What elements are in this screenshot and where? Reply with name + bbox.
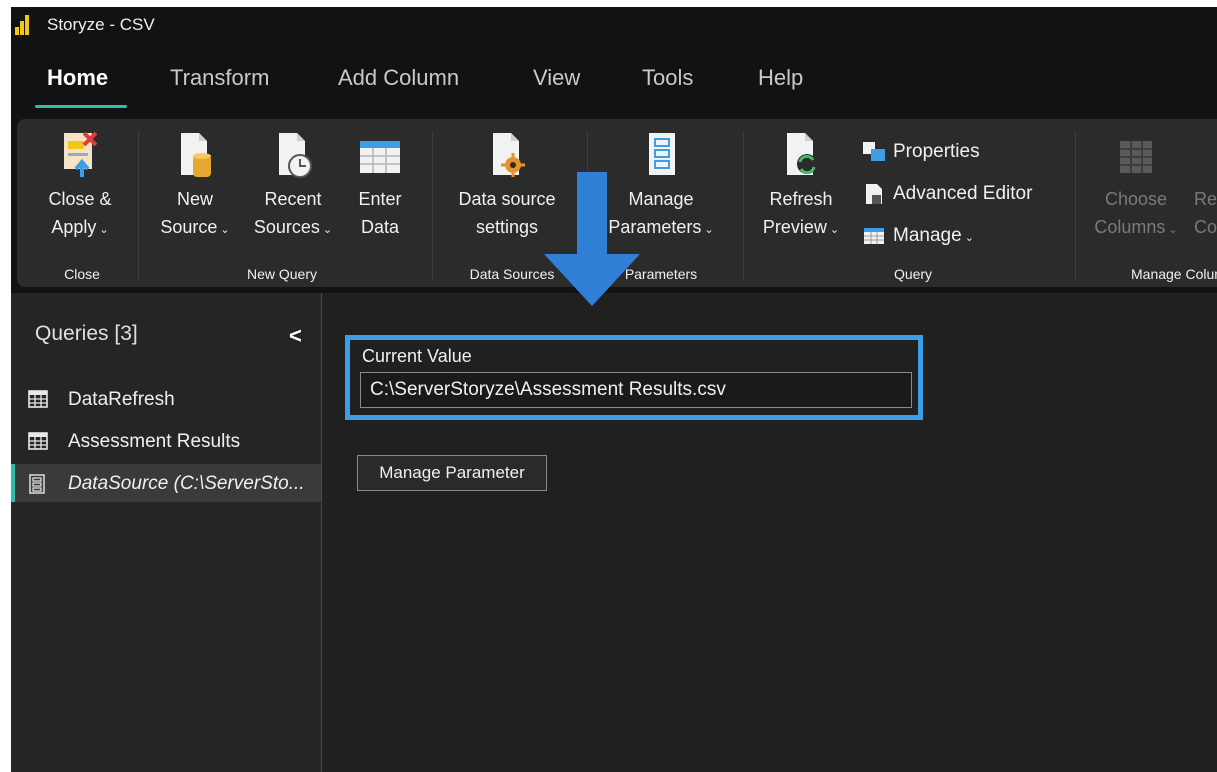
recent-sources-label-1: Recent [264, 189, 322, 209]
close-apply-button[interactable]: Close & Apply ⌄ [34, 131, 126, 244]
properties-label: Properties [893, 141, 980, 162]
manage-query-button[interactable]: Manage ⌄ [863, 225, 974, 247]
new-source-label-2: Source [160, 217, 218, 237]
close-apply-icon [64, 131, 98, 177]
app-window: Storyze - CSV Home Transform Add Column … [11, 7, 1217, 772]
recent-sources-icon [279, 133, 312, 178]
remove-columns-label-1: Remove [1194, 189, 1217, 209]
tab-help[interactable]: Help [758, 65, 803, 91]
enter-data-button[interactable]: Enter Data [348, 131, 412, 241]
tab-add-column[interactable]: Add Column [338, 65, 459, 91]
enter-data-label-1: Enter [358, 189, 402, 209]
choose-columns-icon [1120, 141, 1152, 173]
group-separator [743, 131, 744, 281]
refresh-preview-label-1: Refresh [769, 189, 833, 209]
choose-columns-button[interactable]: Choose Columns ⌄ [1088, 131, 1184, 244]
advanced-editor-icon [866, 184, 882, 204]
query-item-label: DataSource (C:\ServerSto... [68, 473, 305, 494]
advanced-editor-button[interactable]: Advanced Editor [863, 183, 1032, 205]
choose-columns-label-1: Choose [1104, 189, 1168, 209]
chevron-down-icon: ⌄ [961, 232, 974, 244]
chevron-down-icon: ⌄ [1165, 224, 1178, 236]
tab-transform[interactable]: Transform [170, 65, 269, 91]
selection-indicator [11, 464, 15, 502]
remove-columns-button[interactable]: Remove Columns [1194, 131, 1217, 241]
parameter-icon [29, 474, 45, 494]
recent-sources-button[interactable]: Recent Sources ⌄ [247, 131, 339, 244]
chevron-down-icon: ⌄ [826, 224, 840, 236]
chevron-down-icon: ⌄ [96, 224, 109, 236]
data-source-settings-label-1: Data source [458, 189, 556, 209]
ribbon-tabs: Home Transform Add Column View Tools Hel… [11, 43, 1217, 113]
active-tab-indicator [35, 105, 127, 108]
data-source-settings-icon [493, 133, 525, 177]
current-value-highlight: Current Value C:\ServerStoryze\Assessmen… [345, 335, 923, 420]
current-value-input[interactable]: C:\ServerStoryze\Assessment Results.csv [360, 372, 912, 408]
chevron-down-icon: ⌄ [319, 224, 333, 236]
query-item-assessment-results[interactable]: Assessment Results [11, 422, 321, 460]
tab-view[interactable]: View [533, 65, 580, 91]
chevron-down-icon: ⌄ [217, 224, 230, 236]
tab-tools[interactable]: Tools [642, 65, 693, 91]
table-icon [28, 432, 48, 450]
properties-icon [863, 141, 885, 161]
properties-button[interactable]: Properties [863, 141, 980, 163]
group-separator [432, 131, 433, 281]
query-item-label: DataRefresh [68, 389, 175, 410]
refresh-preview-icon [787, 133, 817, 175]
recent-sources-label-2: Sources [253, 217, 320, 237]
chevron-down-icon: ⌄ [701, 224, 714, 236]
enter-data-label-2: Data [360, 217, 400, 237]
advanced-editor-label: Advanced Editor [893, 183, 1033, 205]
choose-columns-label-2: Columns [1094, 217, 1166, 237]
new-source-label-1: New [176, 189, 213, 209]
window-title: Storyze - CSV [47, 15, 155, 34]
data-source-settings-label-2: settings [475, 217, 539, 237]
refresh-preview-label-2: Preview [762, 217, 827, 237]
current-value-label: Current Value [362, 346, 472, 366]
new-source-icon [181, 133, 211, 177]
group-label-manage-columns: Manage Columns [1131, 266, 1217, 282]
group-label-new-query: New Query [246, 266, 318, 282]
group-label-close: Close [64, 266, 100, 282]
query-item-datasource[interactable]: DataSource (C:\ServerSto... [11, 464, 321, 502]
queries-pane: Queries [3] < DataRefresh Assessment Res… [11, 293, 322, 772]
close-apply-label-1: Close & [48, 189, 112, 209]
manage-parameters-icon [649, 133, 675, 175]
enter-data-icon [360, 141, 400, 173]
power-bi-logo-icon [15, 15, 29, 35]
parameter-editor: Current Value C:\ServerStoryze\Assessmen… [322, 293, 1217, 772]
table-icon [28, 390, 48, 408]
group-separator [1075, 131, 1076, 281]
collapse-pane-icon[interactable]: < [289, 323, 302, 349]
new-source-button[interactable]: New Source ⌄ [152, 131, 238, 244]
group-label-query: Query [893, 266, 933, 282]
remove-columns-label-2: Columns [1194, 217, 1217, 237]
refresh-preview-button[interactable]: Refresh Preview ⌄ [753, 131, 849, 244]
group-separator [138, 131, 139, 281]
manage-parameter-button[interactable]: Manage Parameter [357, 455, 547, 491]
title-bar: Storyze - CSV [11, 7, 1217, 43]
manage-table-icon [864, 227, 884, 244]
query-item-datarefresh[interactable]: DataRefresh [11, 380, 321, 418]
manage-query-label: Manage [893, 225, 962, 246]
query-item-label: Assessment Results [68, 431, 241, 452]
annotation-arrow-icon [544, 172, 640, 306]
close-apply-label-2: Apply [51, 217, 97, 237]
queries-title: Queries [3] [35, 322, 138, 345]
tab-home[interactable]: Home [47, 65, 108, 91]
